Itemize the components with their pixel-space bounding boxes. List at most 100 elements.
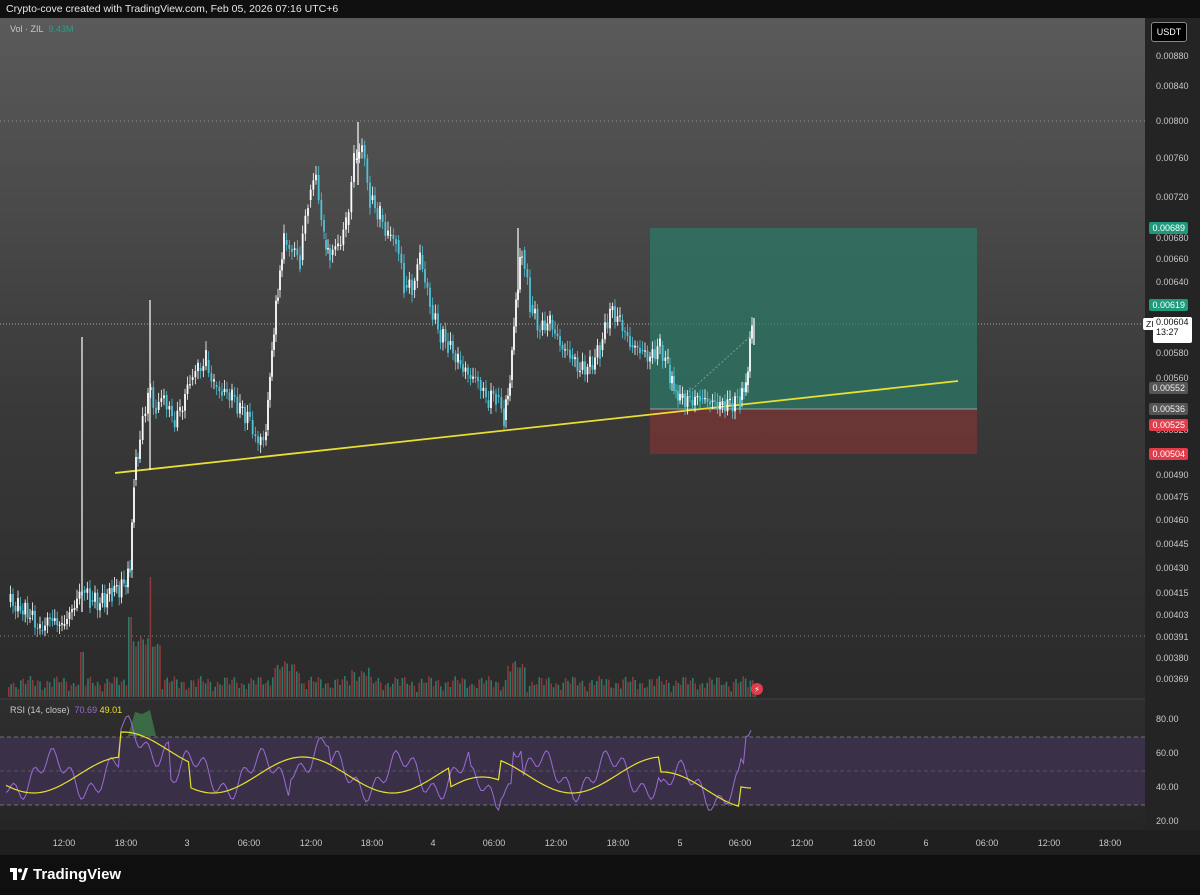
candle-body xyxy=(729,398,731,401)
candle-body xyxy=(301,233,304,260)
volume-bar xyxy=(699,684,701,697)
candle-body xyxy=(374,195,376,209)
volume-bar xyxy=(694,683,696,697)
volume-bar xyxy=(324,683,327,697)
volume-bar xyxy=(276,664,279,697)
candle-body xyxy=(221,391,223,396)
candle-body xyxy=(68,612,71,620)
volume-bar xyxy=(552,687,555,697)
currency-button[interactable]: USDT xyxy=(1151,22,1187,42)
candle-body xyxy=(661,345,664,361)
candle-body xyxy=(202,366,205,371)
volume-bar xyxy=(591,680,593,697)
volume-bar xyxy=(663,684,665,697)
volume-bar xyxy=(286,663,288,697)
volume-bar xyxy=(380,682,382,697)
candle-body xyxy=(24,602,27,615)
tradingview-chart-app: Crypto-cove created with TradingView.com… xyxy=(0,0,1200,895)
candle-body xyxy=(589,356,591,367)
volume-bar xyxy=(384,684,387,697)
price-chart[interactable]: ⚡ xyxy=(0,18,1200,855)
volume-bar xyxy=(464,679,466,697)
candle-body xyxy=(536,308,539,331)
candle-body xyxy=(511,350,513,380)
rsi-legend[interactable]: RSI (14, close) 70.69 49.01 xyxy=(10,705,122,715)
volume-bar xyxy=(456,680,459,697)
rsi-ma-value: 49.01 xyxy=(99,705,123,715)
volume-bar xyxy=(730,691,732,697)
candle-body xyxy=(317,175,320,201)
candle-body xyxy=(571,355,574,360)
tradingview-logo[interactable]: TradingView xyxy=(10,866,121,883)
candle-body xyxy=(157,401,160,410)
candle-body xyxy=(71,609,73,613)
candle-body xyxy=(599,345,601,359)
volume-bar xyxy=(689,680,692,697)
volume-bar xyxy=(675,680,677,697)
volume-bar xyxy=(636,689,639,697)
candle-body xyxy=(492,390,495,394)
volume-bar xyxy=(118,685,120,697)
candle-body xyxy=(307,208,309,216)
volume-bar xyxy=(99,684,101,697)
volume-bar xyxy=(740,681,742,697)
volume-legend[interactable]: Vol · ZIL 9.43M xyxy=(10,24,74,34)
volume-bar xyxy=(368,667,370,697)
volume-bar xyxy=(495,681,497,697)
volume-bar xyxy=(228,684,231,697)
candle-body xyxy=(644,350,646,352)
volume-bar xyxy=(298,673,300,697)
time-tick: 18:00 xyxy=(606,838,630,848)
candle-body xyxy=(49,617,51,620)
volume-bar xyxy=(600,679,603,697)
candle-body xyxy=(706,397,709,402)
candle-body xyxy=(355,158,358,160)
stop-upper-label: 0.00525 xyxy=(1149,419,1188,431)
candle-body xyxy=(611,306,614,310)
volume-bar xyxy=(348,685,351,697)
volume-bar xyxy=(437,679,440,697)
volume-bar xyxy=(372,683,375,697)
volume-bar xyxy=(377,677,380,697)
volume-bar xyxy=(723,684,725,697)
price-tick: 0.00660 xyxy=(1156,254,1189,264)
time-tick: 3 xyxy=(184,838,190,848)
candle-body xyxy=(474,376,477,378)
volume-bar xyxy=(524,667,526,697)
volume-bar xyxy=(111,683,113,697)
volume-bar xyxy=(8,687,10,697)
candle-body xyxy=(447,341,449,353)
candle-body xyxy=(584,361,586,375)
volume-bar xyxy=(651,679,653,697)
volume-bar xyxy=(408,685,411,697)
volume-bar xyxy=(749,680,752,697)
volume-bar xyxy=(632,676,634,697)
candle-body xyxy=(426,282,429,288)
volume-bar xyxy=(123,679,125,697)
candle-body xyxy=(677,391,679,401)
candle-body xyxy=(523,250,526,269)
candle-body xyxy=(646,350,649,362)
volume-bar xyxy=(658,676,660,697)
candle-body xyxy=(709,401,711,405)
candle-body xyxy=(14,605,17,612)
candle-body xyxy=(115,585,118,587)
candle-body xyxy=(485,387,487,398)
candle-body xyxy=(429,287,431,307)
candle-body xyxy=(251,420,254,435)
volume-bar xyxy=(634,679,636,697)
candle-body xyxy=(624,330,626,333)
candle-body xyxy=(19,606,22,611)
volume-bar xyxy=(514,661,516,697)
time-tick: 12:00 xyxy=(52,838,76,848)
candle-body xyxy=(325,240,327,250)
volume-bar xyxy=(656,678,658,697)
candle-body xyxy=(636,345,639,348)
candle-body xyxy=(497,395,500,397)
volume-bar xyxy=(176,679,178,697)
candle-body xyxy=(361,145,363,152)
volume-bar xyxy=(209,681,212,697)
volume-bar xyxy=(382,690,384,697)
candle-body xyxy=(621,320,624,331)
candle-body xyxy=(631,345,634,348)
